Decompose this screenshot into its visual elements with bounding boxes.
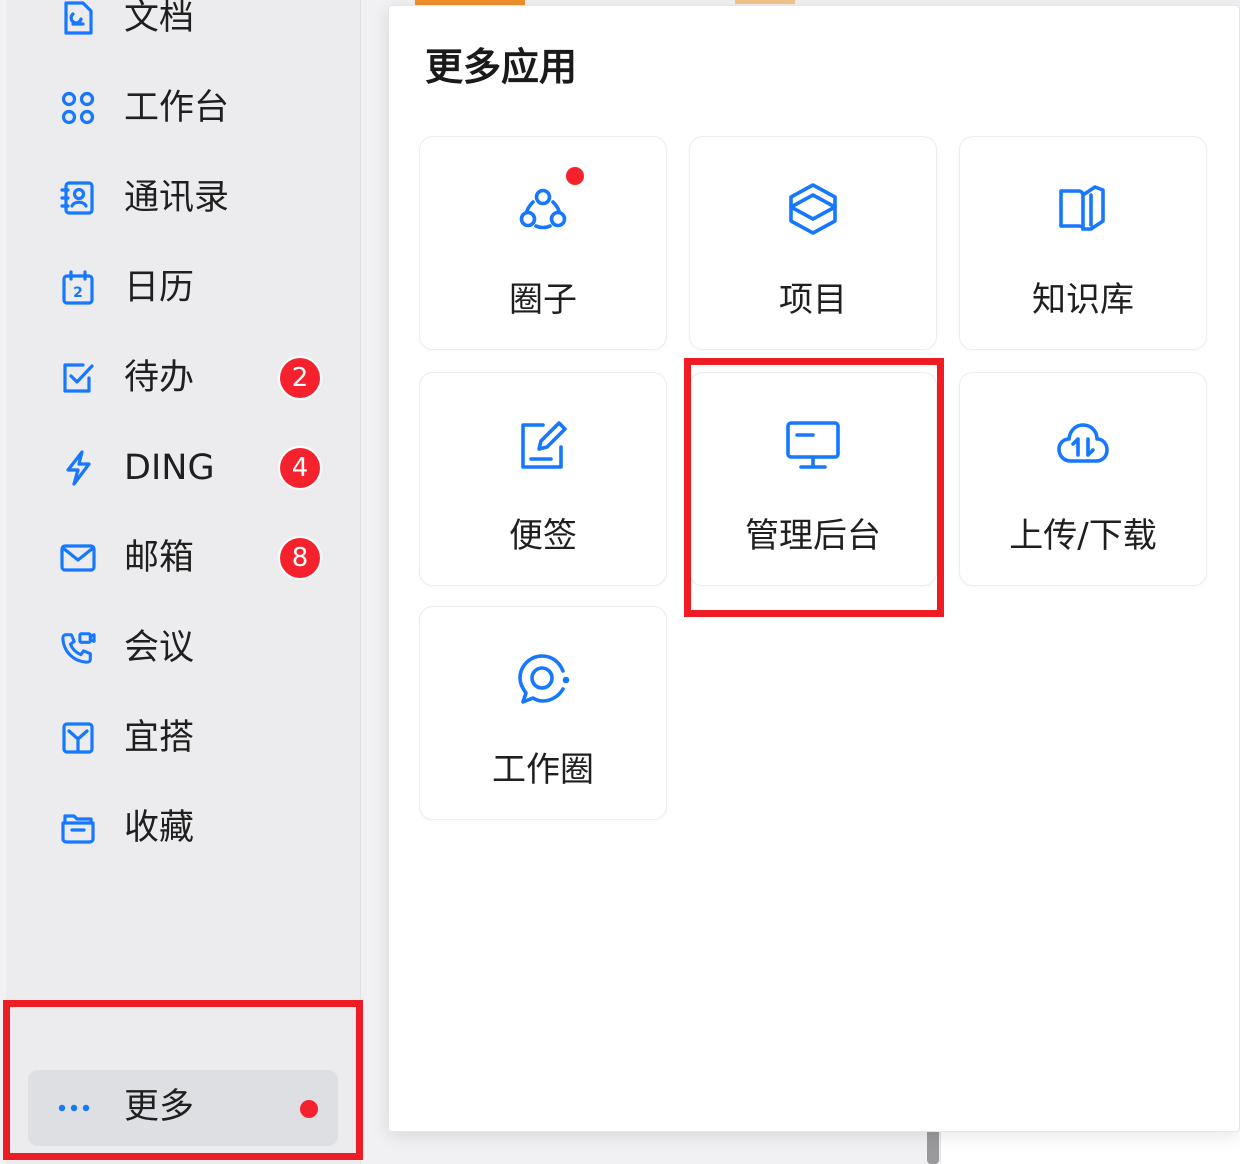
calendar-icon: 2 — [60, 270, 96, 306]
work-circle-icon — [515, 651, 571, 707]
app-label: 上传/下载 — [1009, 516, 1157, 556]
sidebar-item-label: 日历 — [124, 267, 195, 308]
sidebar-item-favorites[interactable]: 收藏 — [6, 796, 360, 860]
contacts-icon — [60, 180, 96, 216]
background-scrollbar-thumb[interactable] — [927, 1128, 939, 1164]
sidebar-item-label: 邮箱 — [124, 537, 195, 578]
todo-check-icon — [60, 360, 96, 396]
more-apps-panel: 更多应用 圈子 项目 知识库 便签 管理后台 上传/下载 工作圈 — [388, 5, 1240, 1132]
sidebar-item-label: 文档 — [124, 0, 195, 38]
svg-text:2: 2 — [73, 285, 83, 301]
sidebar-item-meeting[interactable]: 会议 — [6, 616, 360, 680]
yida-icon — [60, 720, 96, 756]
sidebar-item-yida[interactable]: 宜搭 — [6, 706, 360, 770]
project-cube-icon — [785, 181, 841, 237]
sidebar-item-label: DING — [124, 447, 215, 488]
sidebar-item-workbench[interactable]: 工作台 — [6, 76, 360, 140]
workbench-grid-icon — [60, 90, 96, 126]
background-window-area — [940, 1128, 1240, 1164]
sidebar-item-label: 工作台 — [124, 87, 230, 128]
knowledge-book-icon — [1055, 181, 1111, 237]
notification-dot — [300, 1100, 318, 1118]
app-label: 管理后台 — [745, 516, 881, 556]
sidebar-item-label: 会议 — [124, 627, 195, 668]
background-window-strip — [735, 0, 795, 4]
sidebar-item-label: 宜搭 — [124, 717, 195, 758]
sidebar-item-ding[interactable]: DING 4 — [6, 436, 360, 500]
document-icon — [60, 0, 96, 36]
app-label: 项目 — [779, 280, 847, 320]
app-card-work-circle[interactable]: 工作圈 — [419, 606, 667, 820]
panel-title: 更多应用 — [425, 45, 578, 89]
app-card-admin-console[interactable]: 管理后台 — [689, 372, 937, 586]
sidebar: 文档 工作台 通讯录 2 日历 待办 2 DING 4 邮箱 8 会议 宜搭 收… — [6, 0, 361, 1164]
app-label: 圈子 — [509, 280, 577, 320]
sidebar-item-todo[interactable]: 待办 2 — [6, 346, 360, 410]
sidebar-item-calendar[interactable]: 2 日历 — [6, 256, 360, 320]
cloud-transfer-icon — [1055, 417, 1111, 473]
sidebar-item-label: 待办 — [124, 357, 195, 398]
folder-icon — [60, 810, 96, 846]
app-card-notes[interactable]: 便签 — [419, 372, 667, 586]
admin-monitor-icon — [785, 417, 841, 473]
circle-group-icon — [515, 181, 571, 237]
app-card-knowledge-base[interactable]: 知识库 — [959, 136, 1207, 350]
meeting-phone-icon — [60, 630, 96, 666]
note-edit-icon — [515, 417, 571, 473]
mail-icon — [60, 540, 96, 576]
app-card-upload-download[interactable]: 上传/下载 — [959, 372, 1207, 586]
sidebar-item-docs[interactable]: 文档 — [6, 0, 360, 50]
app-label: 知识库 — [1032, 280, 1134, 320]
app-card-circle[interactable]: 圈子 — [419, 136, 667, 350]
sidebar-item-label: 更多 — [124, 1087, 195, 1127]
sidebar-item-label: 收藏 — [124, 807, 195, 848]
unread-badge: 4 — [280, 448, 320, 488]
more-dots-icon — [56, 1090, 92, 1126]
sidebar-item-contacts[interactable]: 通讯录 — [6, 166, 360, 230]
sidebar-item-more[interactable]: 更多 — [28, 1070, 338, 1146]
unread-badge: 8 — [280, 538, 320, 578]
notification-dot — [566, 167, 584, 185]
unread-badge: 2 — [280, 358, 320, 398]
sidebar-item-mail[interactable]: 邮箱 8 — [6, 526, 360, 590]
app-card-project[interactable]: 项目 — [689, 136, 937, 350]
lightning-icon — [60, 450, 96, 486]
app-label: 工作圈 — [492, 750, 594, 790]
app-label: 便签 — [509, 516, 577, 556]
sidebar-item-label: 通讯录 — [124, 177, 230, 218]
